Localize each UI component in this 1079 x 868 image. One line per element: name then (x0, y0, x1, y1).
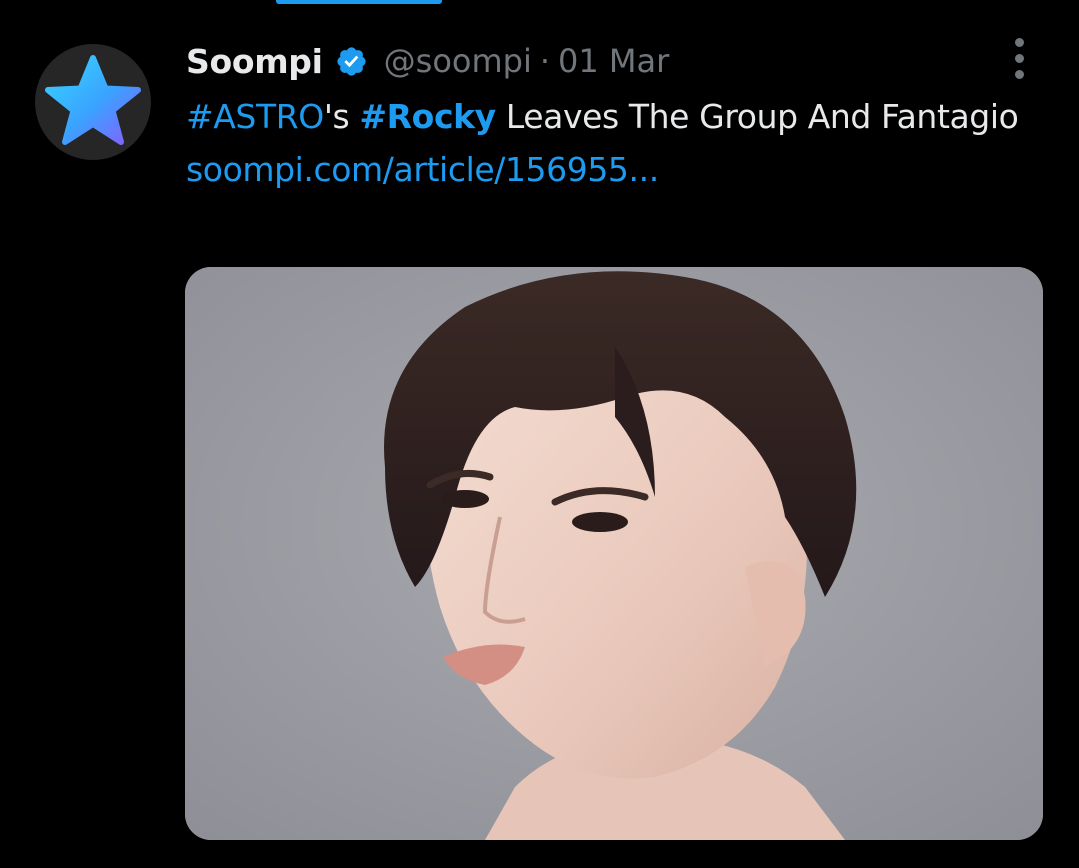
separator-dot: · (539, 42, 551, 80)
tweet-text-body: Leaves The Group And Fantagio (495, 97, 1019, 136)
portrait-photo (185, 267, 1043, 840)
media-photo[interactable] (185, 267, 1043, 840)
tweet-header: Soompi @soompi · 01 Mar (186, 36, 669, 86)
verified-badge-icon (335, 45, 368, 78)
tweet-text-possessive: 's (323, 97, 360, 136)
hashtag-astro[interactable]: #ASTRO (186, 97, 324, 136)
tweet-text: #ASTRO's #Rocky Leaves The Group And Fan… (186, 90, 1026, 196)
avatar[interactable] (35, 44, 151, 160)
display-name[interactable]: Soompi (186, 42, 323, 81)
article-link[interactable]: soompi.com/article/156955... (186, 143, 1026, 196)
more-options-icon[interactable] (1002, 36, 1036, 80)
user-handle[interactable]: @soompi (384, 42, 532, 80)
hashtag-rocky[interactable]: #Rocky (359, 97, 496, 136)
timestamp[interactable]: 01 Mar (558, 42, 669, 80)
star-logo-icon (45, 55, 141, 145)
active-tab-indicator (276, 0, 442, 4)
